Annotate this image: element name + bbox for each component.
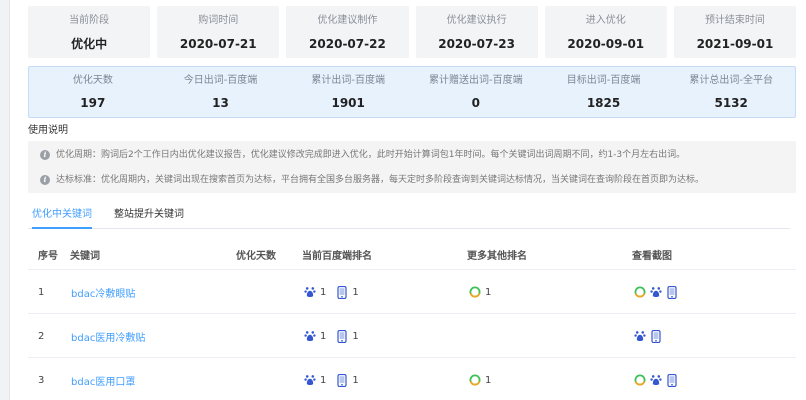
table-header: 序号 关键词 优化天数 当前百度端排名 更多其他排名 查看截图 [28,240,796,270]
table-row: 2 bdac医用冷敷贴 1 1 [28,315,796,358]
stage-value: 2020-07-22 [309,36,386,51]
baidu-screenshot-icon[interactable] [650,374,662,386]
stat-label: 优化天数 [72,75,113,86]
left-edge-strip [0,0,10,400]
screenshot-cell [634,359,682,400]
screenshot-cell [634,271,682,313]
stage-value: 2021-09-01 [696,36,774,51]
info-icon: i [40,175,50,185]
stage-card-suggestion-made: 优化建议制作 2020-07-22 [286,6,409,58]
stat-today-baidu: 今日出词-百度端 13 [157,67,285,117]
baidu-mobile-rank: 1 [352,286,359,298]
header-days: 优化天数 [236,251,276,262]
stage-cards: 当前阶段 优化中 购词时间 2020-07-21 优化建议制作 2020-07-… [28,6,797,58]
row-index: 1 [38,286,45,298]
stat-label: 累计出词-百度端 [311,75,385,86]
baidu-rank-cell: 1 1 [304,315,359,357]
mobile-phone-icon [336,285,348,299]
baidu-mobile-rank: 1 [352,374,359,386]
info-icon: i [40,150,50,160]
mobile-screenshot-icon[interactable] [666,285,678,299]
stage-card-optimization-start: 进入优化 2020-09-01 [544,6,667,58]
360-screenshot-icon[interactable] [634,286,646,298]
baidu-pc-rank: 1 [320,286,327,298]
header-other-rank: 更多其他排名 [467,251,527,262]
header-screenshot: 查看截图 [632,251,672,262]
baidu-rank-cell: 1 1 [304,359,359,400]
baidu-paw-icon [304,330,316,342]
stat-value: 5132 [714,96,748,110]
screenshot-cell [634,315,666,357]
table-row: 3 bdac医用口罩 1 1 1 [28,359,796,400]
stat-label: 累计总出词-全平台 [689,75,773,86]
keyword-link[interactable]: bdac冷敷眼贴 [71,271,135,313]
stage-label: 购词时间 [198,14,239,26]
baidu-pc-rank: 1 [320,330,327,342]
stat-value: 0 [471,96,481,110]
keyword-link[interactable]: bdac医用口罩 [71,359,135,400]
usage-title: 使用说明 [28,125,68,136]
baidu-screenshot-icon[interactable] [650,286,662,298]
table-row: 1 bdac冷敷眼贴 1 1 1 [28,271,796,314]
row-index: 2 [38,330,45,342]
header-keyword: 关键词 [70,251,100,262]
stage-value: 2020-09-01 [567,36,645,51]
stat-label: 累计赠送出词-百度端 [429,75,523,86]
keyword-tabs: 优化中关键词 整站提升关键词 [28,205,790,229]
360-search-icon [469,286,481,298]
stat-label: 今日出词-百度端 [183,75,258,86]
stage-card-current: 当前阶段 优化中 [28,6,151,58]
stage-value: 2020-07-21 [179,36,257,51]
stat-total-baidu: 累计出词-百度端 1901 [284,67,412,117]
baidu-screenshot-icon[interactable] [634,330,646,342]
tab-site-boost-keywords[interactable]: 整站提升关键词 [114,205,184,225]
stat-value: 13 [212,96,229,110]
header-baidu-rank: 当前百度端排名 [302,251,372,262]
note-standard: i 达标标准：优化周期内，关键词出现在搜索首页为达标，平台拥有全国多台服务器，每… [40,174,704,186]
baidu-paw-icon [304,374,316,386]
mobile-screenshot-icon[interactable] [666,373,678,387]
stage-label: 进入优化 [585,14,626,26]
stat-target-baidu: 目标出词-百度端 1825 [540,67,668,117]
stats-panel: 优化天数 197 今日出词-百度端 13 累计出词-百度端 1901 累计赠送出… [28,66,796,118]
stat-value: 1825 [586,96,621,110]
mobile-phone-icon [336,373,348,387]
usage-notes: i 优化周期：购词后2个工作日内出优化建议报告，优化建议修改完成即进入优化，此时… [28,141,796,193]
baidu-mobile-rank: 1 [352,330,359,342]
stat-optimization-days: 优化天数 197 [29,67,157,117]
stat-value: 1901 [331,96,365,110]
stage-card-suggestion-executed: 优化建议执行 2020-07-23 [415,6,538,58]
stage-label: 优化建议执行 [446,14,507,26]
other-rank: 1 [485,374,492,386]
keyword-link[interactable]: bdac医用冷敷贴 [71,315,145,357]
mobile-phone-icon [336,329,348,343]
stage-value: 2020-07-23 [438,36,515,51]
other-rank-cell: 1 [469,271,491,313]
stage-value: 优化中 [71,36,108,51]
360-search-icon [469,374,481,386]
row-index: 3 [38,374,45,386]
note-text: 达标标准：优化周期内，关键词出现在搜索首页为达标，平台拥有全国多台服务器，每天定… [56,175,705,185]
baidu-paw-icon [304,286,316,298]
baidu-rank-cell: 1 1 [304,271,359,313]
stage-label: 优化建议制作 [317,14,378,26]
mobile-screenshot-icon[interactable] [650,329,662,343]
stat-total-all-platforms: 累计总出词-全平台 5132 [667,67,795,117]
stat-value: 197 [80,96,106,110]
360-screenshot-icon[interactable] [634,374,646,386]
stat-gift-baidu: 累计赠送出词-百度端 0 [412,67,540,117]
stage-label: 当前阶段 [69,14,110,26]
header-index: 序号 [38,251,58,262]
stage-card-purchase: 购词时间 2020-07-21 [157,6,280,58]
stat-label: 目标出词-百度端 [566,75,641,86]
stage-label: 预计结束时间 [704,14,765,26]
note-optimization-cycle: i 优化周期：购词后2个工作日内出优化建议报告，优化建议修改完成即进入优化，此时… [40,149,685,161]
stage-card-expected-end: 预计结束时间 2021-09-01 [673,6,797,58]
tab-optimizing-keywords[interactable]: 优化中关键词 [32,205,92,229]
baidu-pc-rank: 1 [320,374,327,386]
other-rank: 1 [485,286,492,298]
other-rank-cell: 1 [469,359,491,400]
note-text: 优化周期：购词后2个工作日内出优化建议报告，优化建议修改完成即进入优化，此时开始… [56,150,686,160]
